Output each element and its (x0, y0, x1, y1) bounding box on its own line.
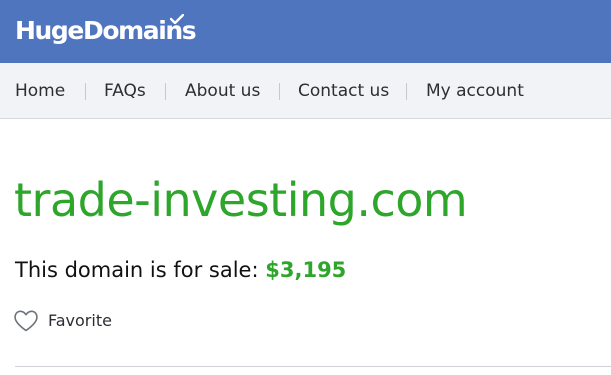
nav-about-us[interactable]: About us (185, 81, 260, 101)
domain-title: trade-investing.com (14, 173, 468, 227)
favorite-label: Favorite (48, 311, 112, 330)
main-nav: Home FAQs About us Contact us My account (0, 63, 611, 119)
nav-contact-us[interactable]: Contact us (298, 81, 389, 101)
nav-separator (85, 83, 86, 100)
nav-separator (279, 83, 280, 100)
nav-my-account[interactable]: My account (426, 81, 524, 101)
nav-separator (165, 83, 166, 100)
logo-check-icon (170, 14, 184, 24)
sale-price: $3,195 (265, 258, 347, 282)
hugedomains-logo[interactable]: HugeDomains (15, 16, 197, 46)
site-header: HugeDomains (0, 0, 611, 63)
sale-text: This domain is for sale: (15, 258, 259, 282)
nav-home[interactable]: Home (15, 81, 65, 101)
nav-faqs[interactable]: FAQs (104, 81, 146, 101)
nav-separator (406, 83, 407, 100)
heart-outline-icon[interactable] (13, 309, 39, 333)
sale-line: This domain is for sale: $3,195 (15, 256, 346, 284)
content-divider (15, 366, 611, 367)
favorite-button[interactable]: Favorite (13, 308, 112, 334)
